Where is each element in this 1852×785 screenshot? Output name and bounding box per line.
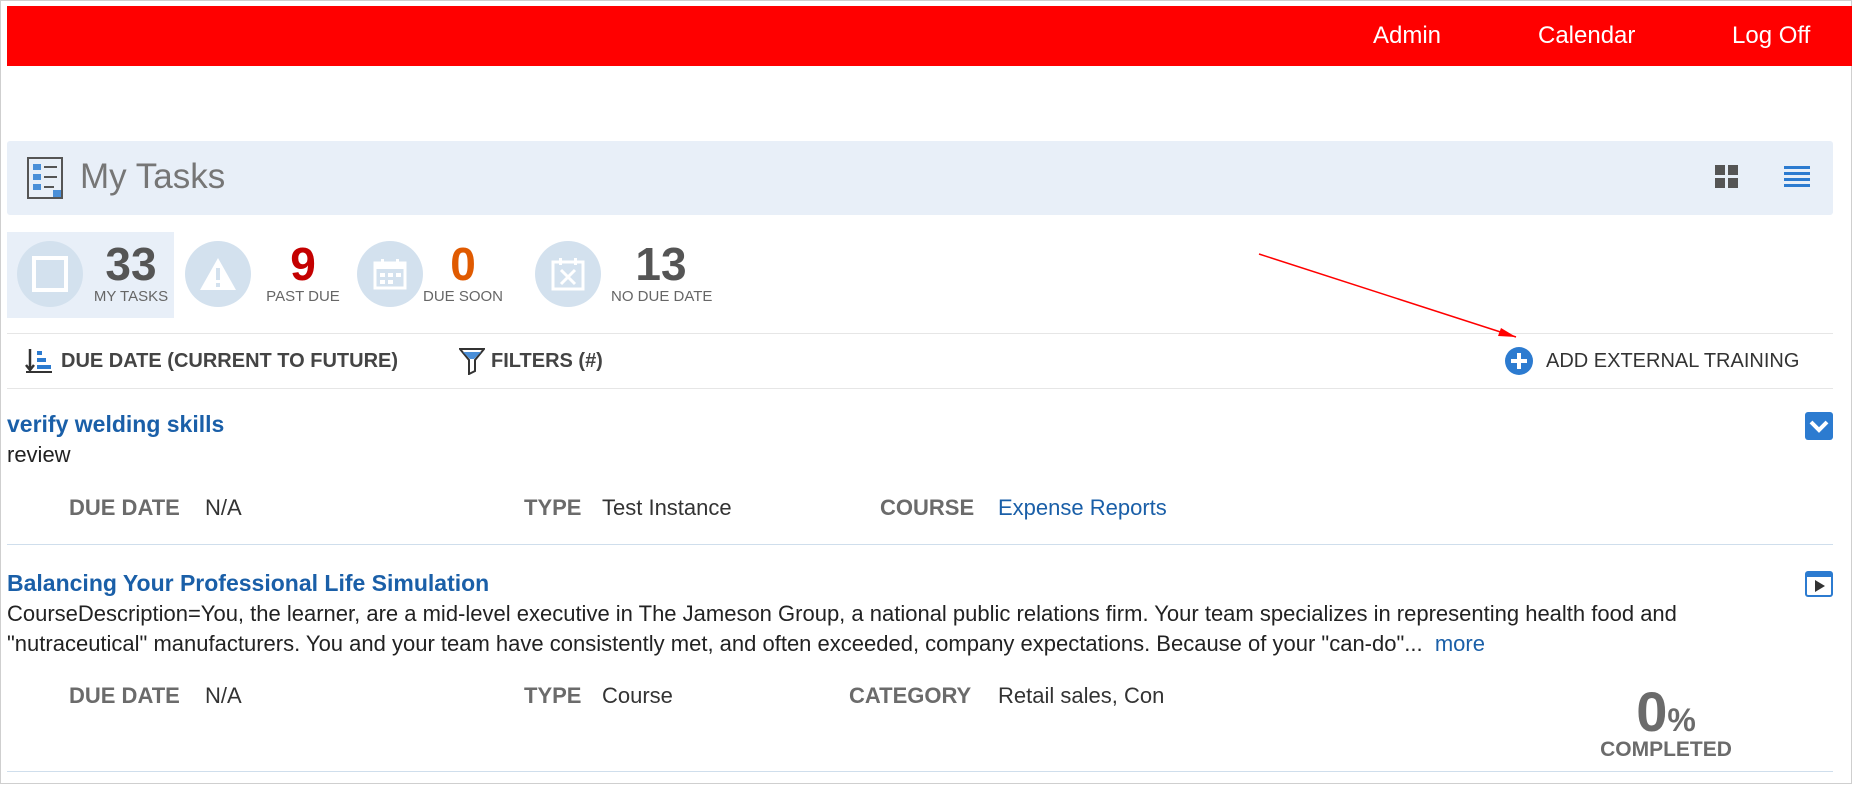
divider bbox=[7, 771, 1833, 772]
divider bbox=[7, 544, 1833, 545]
stat-no-due-date[interactable]: 13 NO DUE DATE bbox=[531, 232, 721, 318]
category-label: CATEGORY bbox=[849, 683, 972, 708]
stat-past-due[interactable]: 9 PAST DUE bbox=[181, 232, 351, 318]
stat-value: 33 bbox=[105, 238, 157, 290]
grid-view-icon[interactable] bbox=[1715, 165, 1739, 189]
add-circle-icon bbox=[1505, 347, 1533, 375]
top-nav-bar: Admin Calendar Log Off bbox=[7, 6, 1852, 66]
progress-label: COMPLETED bbox=[1600, 738, 1732, 761]
course-link[interactable]: Expense Reports bbox=[998, 495, 1167, 521]
type-value: Course bbox=[602, 683, 673, 708]
progress-unit: % bbox=[1667, 702, 1696, 738]
description-text: CourseDescription=You, the learner, are … bbox=[7, 601, 1677, 656]
course-label: COURSE bbox=[880, 495, 975, 520]
play-course-icon[interactable] bbox=[1805, 571, 1833, 597]
progress-indicator: 0% COMPLETED bbox=[1591, 679, 1741, 762]
stat-value: 9 bbox=[290, 238, 316, 290]
warning-icon bbox=[185, 241, 251, 307]
type-label: TYPE bbox=[524, 683, 582, 708]
nav-logoff-link[interactable]: Log Off bbox=[1732, 6, 1810, 66]
task-description: CourseDescription=You, the learner, are … bbox=[7, 599, 1767, 659]
stat-value: 13 bbox=[635, 238, 687, 290]
sort-label: DUE DATE (CURRENT TO FUTURE) bbox=[61, 349, 399, 372]
stat-due-soon[interactable]: 0 DUE SOON bbox=[353, 232, 523, 318]
task-toolbar: DUE DATE (CURRENT TO FUTURE) FILTERS (#)… bbox=[7, 333, 1833, 389]
filter-icon bbox=[459, 348, 485, 375]
category-value: Retail sales, Con bbox=[998, 683, 1165, 708]
add-external-training-label: ADD EXTERNAL TRAINING bbox=[1546, 349, 1800, 372]
stat-label: PAST DUE bbox=[266, 288, 340, 305]
stat-label: NO DUE DATE bbox=[611, 288, 713, 305]
list-view-icon[interactable] bbox=[1784, 166, 1810, 188]
add-external-training-button[interactable]: ADD EXTERNAL TRAINING bbox=[1504, 334, 1799, 388]
progress-value: 0 bbox=[1636, 680, 1668, 743]
annotation-arrow bbox=[1258, 253, 1517, 338]
sort-button[interactable]: DUE DATE (CURRENT TO FUTURE) bbox=[25, 334, 398, 388]
calendar-icon bbox=[357, 241, 423, 307]
square-icon bbox=[17, 241, 83, 307]
more-link[interactable]: more bbox=[1435, 631, 1485, 656]
task-subtitle: review bbox=[7, 442, 71, 467]
stat-my-tasks[interactable]: 33 MY TASKS bbox=[7, 232, 174, 318]
nav-admin-link[interactable]: Admin bbox=[1373, 6, 1441, 66]
filters-button[interactable]: FILTERS (#) bbox=[459, 334, 603, 388]
stat-label: MY TASKS bbox=[93, 288, 169, 305]
stat-label: DUE SOON bbox=[423, 288, 504, 305]
expand-chevron-icon[interactable] bbox=[1805, 412, 1833, 440]
type-value: Test Instance bbox=[602, 495, 732, 520]
stat-value: 0 bbox=[450, 238, 476, 290]
due-date-value: N/A bbox=[205, 683, 242, 708]
due-date-value: N/A bbox=[205, 495, 242, 520]
calendar-x-icon bbox=[535, 241, 601, 307]
due-date-label: DUE DATE bbox=[69, 683, 180, 708]
page-title: My Tasks bbox=[80, 157, 226, 196]
type-label: TYPE bbox=[524, 495, 582, 520]
task-list-icon bbox=[27, 157, 63, 199]
task-title[interactable]: Balancing Your Professional Life Simulat… bbox=[7, 570, 489, 597]
due-date-label: DUE DATE bbox=[69, 495, 180, 520]
nav-calendar-link[interactable]: Calendar bbox=[1538, 6, 1635, 66]
filters-label: FILTERS (#) bbox=[491, 349, 603, 372]
page-header: My Tasks bbox=[7, 141, 1833, 215]
sort-icon bbox=[25, 349, 52, 373]
task-title[interactable]: verify welding skills bbox=[7, 411, 224, 438]
